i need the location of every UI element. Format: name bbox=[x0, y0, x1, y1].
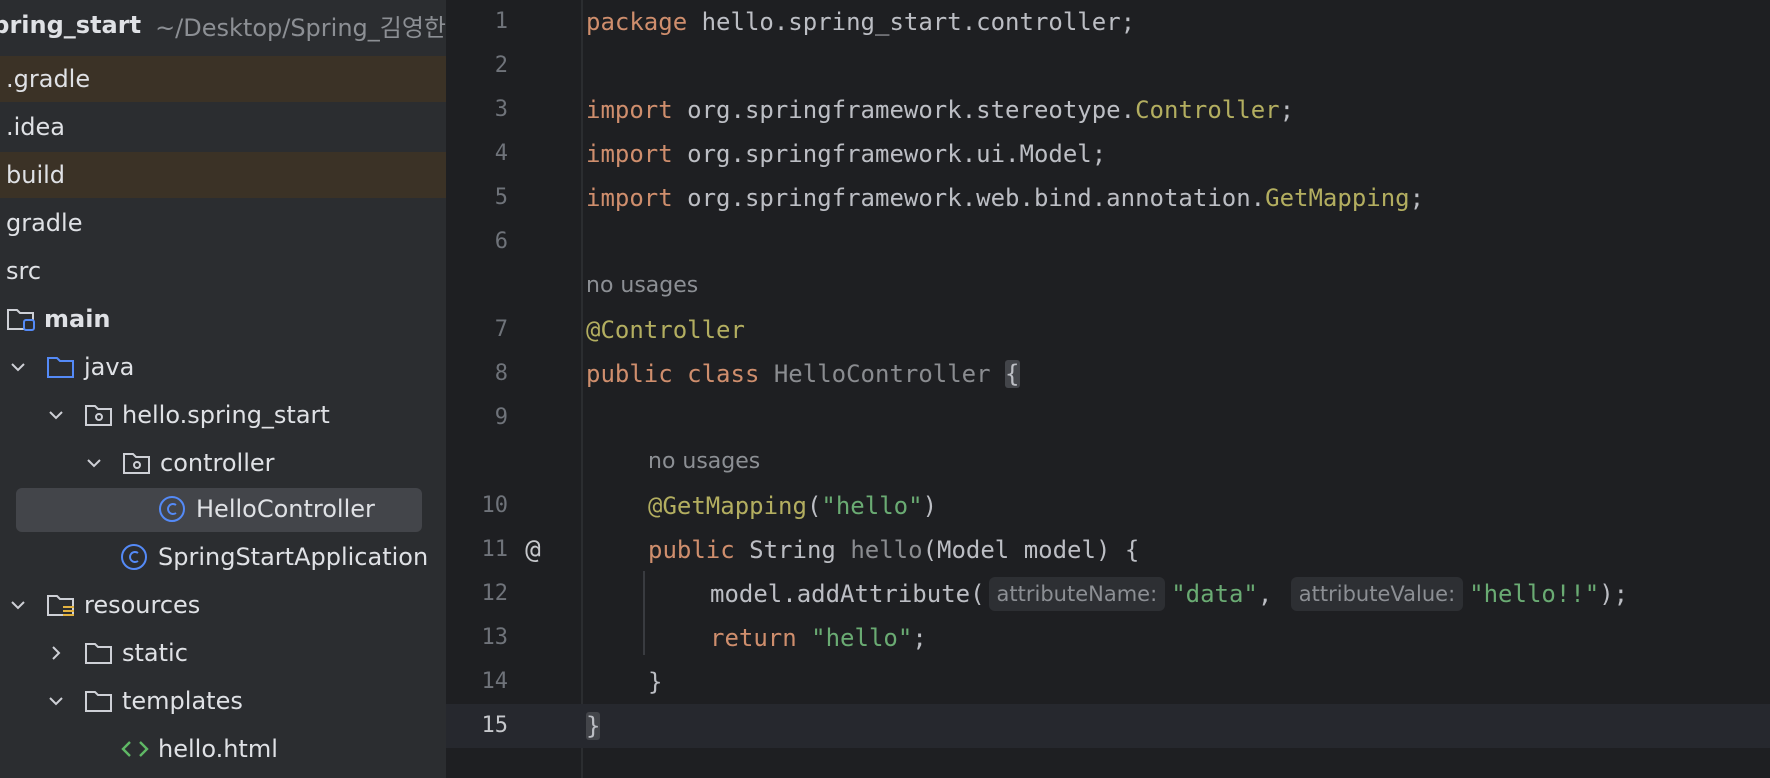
line-number: 14 bbox=[481, 669, 509, 694]
resources-folder-icon bbox=[46, 591, 76, 619]
code-text: public String hello(Model model) { bbox=[648, 536, 1140, 564]
tree-item-label: static bbox=[122, 639, 188, 667]
tree-item-label: src bbox=[6, 257, 42, 285]
tree-item-src[interactable]: src bbox=[0, 248, 446, 294]
package-folder-icon bbox=[84, 401, 114, 429]
line-number: 3 bbox=[494, 97, 508, 122]
line-number: 6 bbox=[494, 229, 508, 254]
folder-icon bbox=[84, 687, 114, 715]
tree-item-label: resources bbox=[84, 591, 201, 619]
tree-item-springstartapplication[interactable]: SpringStartApplication bbox=[0, 534, 446, 580]
tree-item-resources[interactable]: resources bbox=[0, 582, 446, 628]
code-text: import org.springframework.web.bind.anno… bbox=[586, 184, 1425, 212]
chevron-down-icon[interactable] bbox=[8, 357, 28, 377]
tree-item-idea[interactable]: .idea bbox=[0, 104, 446, 150]
code-text: } bbox=[648, 668, 663, 696]
tree-item-label: SpringStartApplication bbox=[158, 543, 429, 571]
project-name: spring_start bbox=[0, 11, 142, 39]
tree-item-templates[interactable]: templates bbox=[0, 678, 446, 724]
code-text: import org.springframework.ui.Model; bbox=[586, 140, 1107, 168]
tree-item-package-hello[interactable]: hello.spring_start bbox=[0, 392, 446, 438]
code-line[interactable]: 9 bbox=[446, 396, 1770, 440]
code-line[interactable]: 6 bbox=[446, 220, 1770, 264]
folder-icon bbox=[84, 639, 114, 667]
code-text: @Controller bbox=[586, 316, 745, 344]
source-root-folder-icon bbox=[6, 305, 36, 333]
source-folder-icon bbox=[46, 353, 76, 381]
code-line[interactable]: 8 public class HelloController { bbox=[446, 352, 1770, 396]
line-number: 9 bbox=[494, 405, 508, 430]
tree-item-java[interactable]: java bbox=[0, 344, 446, 390]
code-line[interactable]: 14 } bbox=[446, 660, 1770, 704]
line-number: 2 bbox=[494, 53, 508, 78]
tree-item-label: HelloController bbox=[196, 495, 375, 523]
line-number: 15 bbox=[481, 713, 509, 738]
usage-hint[interactable]: no usages bbox=[648, 440, 760, 484]
code-line[interactable]: 4 import org.springframework.ui.Model; bbox=[446, 132, 1770, 176]
code-text: model.addAttribute(attributeName: "data",… bbox=[710, 572, 1628, 616]
tree-item-gradle[interactable]: gradle bbox=[0, 200, 446, 246]
line-number: 5 bbox=[494, 185, 508, 210]
tree-item-label: gradle bbox=[6, 209, 83, 237]
tree-item-label: .idea bbox=[6, 113, 66, 141]
code-line[interactable]: 11 @ public String hello(Model model) { bbox=[446, 528, 1770, 572]
code-text: @GetMapping("hello") bbox=[648, 492, 938, 520]
chevron-right-icon[interactable] bbox=[46, 643, 66, 663]
tree-item-gradle-dir[interactable]: .gradle bbox=[0, 56, 446, 102]
line-number: 7 bbox=[494, 317, 508, 342]
line-number: 12 bbox=[481, 581, 509, 606]
code-line-current[interactable]: 15 } bbox=[446, 704, 1770, 748]
tree-item-label: java bbox=[84, 353, 135, 381]
tree-item-hellocontroller[interactable]: HelloController bbox=[0, 486, 446, 532]
usage-hint[interactable]: no usages bbox=[586, 264, 698, 308]
code-line[interactable]: 5 import org.springframework.web.bind.an… bbox=[446, 176, 1770, 220]
tree-item-main[interactable]: main bbox=[0, 296, 446, 342]
tree-item-label: build bbox=[6, 161, 66, 189]
chevron-down-icon[interactable] bbox=[8, 595, 28, 615]
tree-item-label: controller bbox=[160, 449, 275, 477]
tree-item-hello-html[interactable]: hello.html bbox=[0, 726, 446, 772]
line-number: 11 bbox=[481, 537, 509, 562]
code-text: return "hello"; bbox=[710, 624, 927, 652]
line-number: 13 bbox=[481, 625, 509, 650]
tree-root[interactable]: spring_start ~/Desktop/Spring_김영한/s bbox=[0, 6, 446, 44]
chevron-down-icon[interactable] bbox=[46, 405, 66, 425]
code-text: } bbox=[586, 712, 601, 740]
param-hint-attribute-value: attributeValue: bbox=[1290, 577, 1464, 611]
code-text: public class HelloController { bbox=[586, 360, 1020, 388]
param-hint-attribute-name: attributeName: bbox=[988, 577, 1166, 611]
tree-item-static[interactable]: static bbox=[0, 630, 446, 676]
chevron-down-icon[interactable] bbox=[84, 453, 104, 473]
tree-item-package-controller[interactable]: controller bbox=[0, 440, 446, 486]
tree-item-label: hello.spring_start bbox=[122, 401, 330, 429]
tree-item-label: hello.html bbox=[158, 735, 278, 763]
tree-item-label: main bbox=[44, 305, 111, 333]
code-text: package hello.spring_start.controller; bbox=[586, 8, 1136, 36]
tree-item-label: .gradle bbox=[6, 65, 91, 93]
project-tree: spring_start ~/Desktop/Spring_김영한/s .gra… bbox=[0, 0, 446, 778]
tree-item-build[interactable]: build bbox=[0, 152, 446, 198]
line-number: 1 bbox=[494, 9, 508, 34]
html-file-icon bbox=[120, 735, 150, 763]
package-folder-icon bbox=[122, 449, 152, 477]
code-line[interactable]: 3 import org.springframework.stereotype.… bbox=[446, 88, 1770, 132]
java-class-icon bbox=[120, 543, 150, 571]
code-editor[interactable]: 1 package hello.spring_start.controller;… bbox=[446, 0, 1770, 778]
chevron-down-icon[interactable] bbox=[46, 691, 66, 711]
code-line[interactable]: 2 bbox=[446, 44, 1770, 88]
line-number: 10 bbox=[481, 493, 509, 518]
indent-guide bbox=[643, 571, 645, 655]
tree-item-label: templates bbox=[122, 687, 243, 715]
code-line[interactable]: 10 @GetMapping("hello") bbox=[446, 484, 1770, 528]
line-number: 4 bbox=[494, 141, 508, 166]
request-mapping-gutter-icon[interactable]: @ bbox=[518, 536, 548, 564]
code-line[interactable]: 7 @Controller bbox=[446, 308, 1770, 352]
code-text: import org.springframework.stereotype.Co… bbox=[586, 96, 1295, 124]
line-number: 8 bbox=[494, 361, 508, 386]
java-class-icon bbox=[158, 495, 188, 523]
project-path: ~/Desktop/Spring_김영한/s bbox=[155, 13, 446, 42]
code-line[interactable]: 1 package hello.spring_start.controller; bbox=[446, 0, 1770, 44]
